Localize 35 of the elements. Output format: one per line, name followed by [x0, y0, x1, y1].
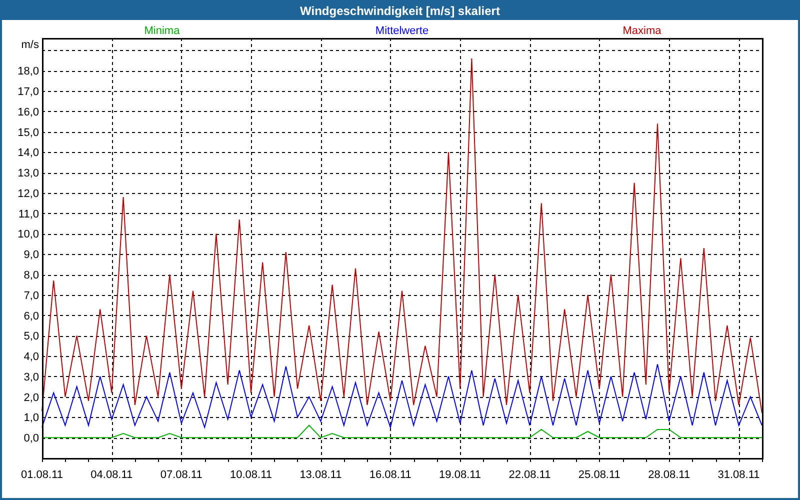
tick-label: 6,0	[24, 310, 39, 322]
tick-label: 2,0	[24, 392, 39, 404]
legend-label: Maxima	[622, 25, 662, 37]
tick-label: 22.08.11	[508, 469, 551, 481]
tick-label: 13,0	[18, 168, 39, 180]
legend-label: Minima	[144, 25, 180, 37]
tick-label: 28.08.11	[648, 469, 690, 481]
tick-label: 12,0	[18, 188, 39, 200]
tick-label: 0,0	[24, 432, 39, 445]
axis-label: m/s	[21, 39, 39, 51]
tick-label: 19.08.11	[439, 469, 482, 481]
tick-label: 9,0	[24, 249, 39, 262]
tick-label: 25.08.11	[578, 469, 620, 481]
tick-label: 4,0	[24, 351, 39, 364]
tick-label: 15,0	[18, 126, 39, 139]
tick-label: 18,0	[18, 66, 39, 78]
tick-label: 14,0	[18, 147, 39, 160]
tick-label: 04.08.11	[90, 469, 133, 481]
tick-label: 31.08.11	[718, 469, 760, 481]
tick-label: 16,0	[18, 106, 39, 118]
tick-label: 07.08.11	[160, 469, 202, 481]
tick-label: 1,0	[24, 412, 39, 424]
tick-label: 7,0	[24, 290, 39, 302]
tick-label: 17,0	[18, 86, 39, 98]
window-title: Windgeschwindigkeit [m/s] skaliert	[299, 3, 501, 20]
legend-label: Mittelwerte	[375, 25, 429, 37]
tick-label: 3,0	[24, 371, 39, 384]
tick-label: 01.08.11	[21, 469, 63, 481]
tick-label: 13.08.11	[300, 469, 342, 481]
tick-label: 8,0	[24, 270, 39, 282]
tick-label: 11,0	[18, 208, 39, 220]
tick-label: 5,0	[24, 330, 39, 343]
tick-label: 10,0	[18, 228, 39, 241]
tick-label: 16.08.11	[369, 469, 412, 481]
tick-label: 10.08.11	[230, 469, 272, 481]
